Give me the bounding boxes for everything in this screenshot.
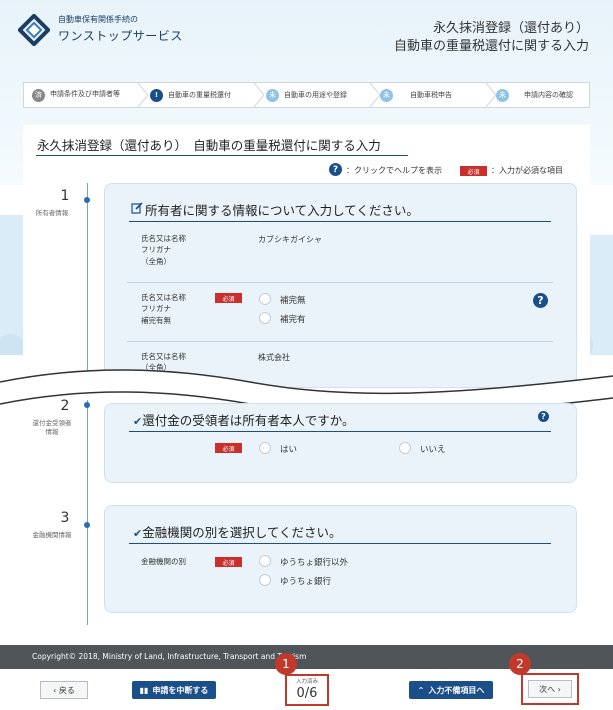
help-icon: ? (329, 163, 342, 176)
chevron-right-icon (137, 83, 149, 107)
back-button[interactable]: ‹ 戻る (40, 681, 88, 699)
required-badge: 必須 (215, 443, 242, 453)
timeline-line (87, 183, 88, 373)
step-applicant[interactable]: 済 申請条件及び申請者等 (32, 83, 138, 107)
checkmark-icon: ✔ (133, 527, 143, 540)
required-legend-text: ：入力が必須な項目 (491, 166, 563, 175)
section-title: ✔金融機関の別を選択してください。 (133, 522, 341, 541)
radio-label: ゆうちょ銀行 (280, 577, 332, 587)
step-weight-tax[interactable]: ! 自動車の重量税還付 (150, 83, 258, 107)
section-number: 1 (60, 188, 70, 204)
radio-label: いいえ (420, 445, 446, 455)
section-label: 所有者情報 (35, 209, 69, 217)
radio-yucho[interactable] (259, 574, 271, 586)
radio-label: 補完有 (280, 315, 306, 325)
suspend-button[interactable]: ▮▮ 申請を中断する (132, 681, 216, 699)
section-label: 金融機関情報 (32, 531, 72, 539)
section-title-text: 還付金の受領者は所有者本人ですか。 (142, 413, 355, 428)
edit-icon (131, 202, 143, 214)
done-icon: 済 (32, 88, 45, 102)
next-button[interactable]: 次へ › (528, 680, 572, 698)
radio-non-yucho[interactable] (259, 555, 271, 567)
step-label: 申請条件及び申請者等 (50, 90, 120, 99)
header-title-line2: 自動車の重量税還付に関する入力 (393, 39, 589, 54)
section-title-underline (129, 543, 551, 544)
step-label: 自動車税申告 (410, 91, 452, 99)
radio-no-completion[interactable] (259, 293, 271, 305)
progress-value: 0/6 (296, 686, 318, 701)
section-title-text: 金融機関の別を選択してください。 (142, 525, 342, 540)
todo-icon: 未 (496, 88, 509, 102)
app-header: 自動車保有関係手続の ワンストップサービス 永久抹消登録（還付あり） 自動車の重… (0, 0, 613, 62)
suspend-label: 申請を中断する (152, 685, 209, 695)
required-badge: 必須 (215, 557, 242, 567)
step-confirm[interactable]: 未 申請内容の確認 (496, 83, 588, 107)
section-title: ✔還付金の受領者は所有者本人ですか。 (133, 410, 354, 429)
required-badge: 必須 (215, 293, 242, 303)
copyright-text: Copyright© 2018, Ministry of Land, Infra… (32, 652, 307, 661)
row-divider (127, 282, 553, 283)
kana-name-value: カブシキガイシャ (258, 235, 322, 244)
section-title-underline (129, 431, 551, 432)
step-label: 申請内容の確認 (524, 91, 573, 99)
radio-with-completion[interactable] (259, 312, 271, 324)
logo-subtitle: 自動車保有関係手続の (58, 15, 138, 24)
section-number: 2 (60, 398, 70, 414)
step-label: 自動車の重量税還付 (168, 91, 231, 99)
header-title-line1: 永久抹消登録（還付あり） (432, 21, 589, 36)
help-icon[interactable]: ? (538, 411, 549, 422)
section-title-underline (129, 221, 551, 222)
current-icon: ! (150, 88, 163, 102)
timeline-line (87, 400, 88, 625)
todo-icon: 未 (266, 88, 279, 102)
title-underline (36, 155, 408, 156)
annotation-badge: 1 (275, 653, 297, 675)
radio-label: ゆうちょ銀行以外 (280, 558, 349, 568)
radio-yes[interactable] (259, 442, 271, 454)
field-label: 氏名又は名称 フリガナ 補完有無 (141, 293, 186, 325)
row-divider (127, 341, 553, 342)
step-label: 自動車の用途や登録 (284, 91, 347, 99)
progress-label: 入力済み (295, 679, 318, 685)
radio-label: はい (280, 445, 298, 455)
unfinished-label: 入力不備項目へ (428, 685, 485, 695)
step-usage[interactable]: 未 自動車の用途や登録 (266, 83, 374, 107)
field-label: 金融機関の別 (141, 557, 186, 566)
todo-icon: 未 (380, 88, 393, 102)
section-number: 3 (60, 510, 70, 526)
radio-no[interactable] (399, 442, 411, 454)
caret-up-icon: ⌃ (417, 685, 425, 695)
logo-title: ワンストップサービス (58, 29, 183, 43)
section-title: 所有者に関する情報について入力してください。 (145, 203, 419, 218)
chevron-right-icon (253, 83, 265, 107)
help-legend-text: ：クリックでヘルプを表示 (346, 166, 442, 175)
help-icon[interactable]: ? (533, 293, 548, 308)
checkmark-icon: ✔ (133, 415, 143, 428)
step-car-tax[interactable]: 未 自動車税申告 (380, 83, 488, 107)
unfinished-items-button[interactable]: ⌃ 入力不備項目へ (409, 681, 493, 699)
field-label: 氏名又は名称 フリガナ （全角） (141, 234, 186, 266)
pause-icon: ▮▮ (139, 685, 149, 695)
annotation-badge: 2 (509, 653, 531, 675)
required-badge: 必須 (460, 166, 487, 176)
section-label: 還付金受領者情報 (32, 419, 72, 437)
page-title: 永久抹消登録（還付あり） 自動車の重量税還付に関する入力 (37, 138, 381, 153)
step-progress-bar: 済 申請条件及び申請者等 ! 自動車の重量税還付 未 自動車の用途や登録 未 自… (23, 82, 590, 108)
diamond-logo-icon (18, 14, 50, 46)
radio-label: 補完無 (280, 296, 306, 306)
